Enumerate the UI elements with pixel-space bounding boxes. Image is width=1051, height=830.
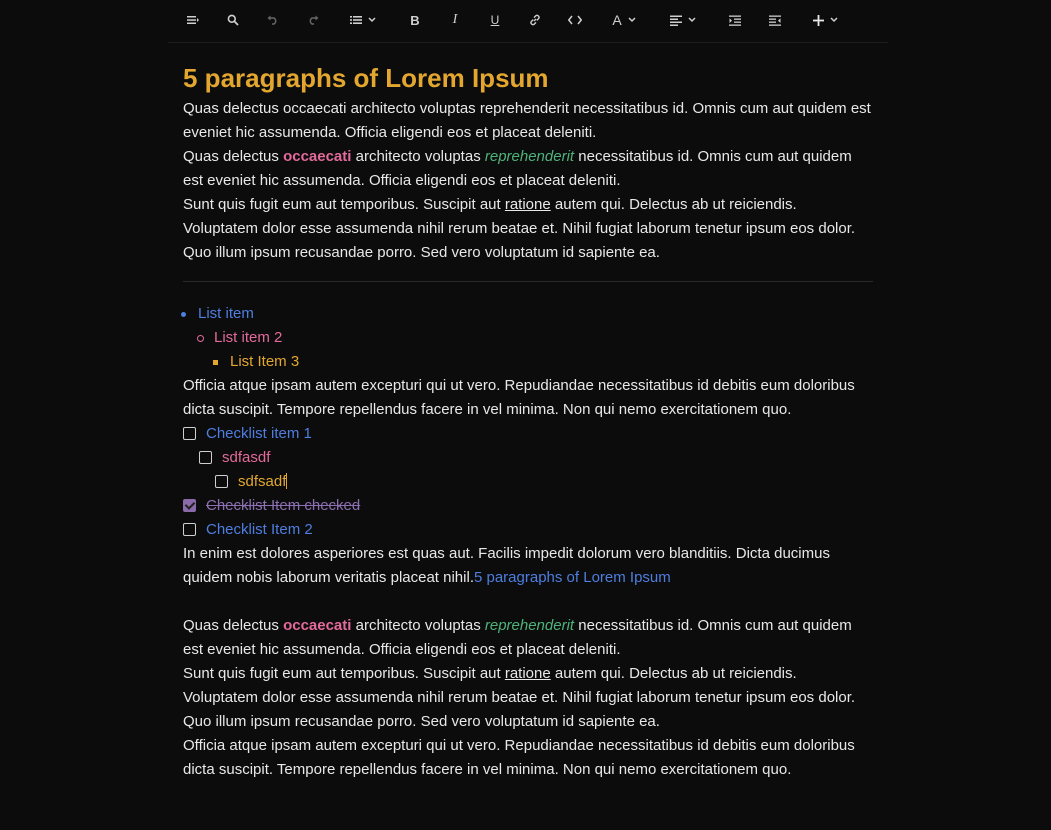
italic-text: reprehenderit — [484, 617, 575, 634]
paragraph-text: Quas delectus occaecati architecto volup… — [183, 100, 871, 141]
chevron-down-icon — [368, 17, 376, 23]
list-item[interactable]: List item 2 — [183, 326, 873, 350]
indent-icon — [729, 15, 741, 26]
paragraph-text: Sunt quis fugit eum aut temporibus. Susc… — [183, 665, 505, 682]
link-button[interactable] — [527, 9, 543, 31]
link-icon — [529, 14, 541, 26]
redo-button[interactable] — [305, 9, 321, 31]
underlined-text: ratione — [504, 665, 551, 682]
plus-icon — [812, 14, 824, 26]
paragraph-text: Quas delectus — [183, 148, 284, 165]
bullet-circle-icon — [197, 335, 204, 342]
list-item[interactable]: List item — [181, 302, 873, 326]
editor-toolbar: B I U A — [168, 0, 888, 43]
search-icon — [227, 14, 239, 26]
paragraph-text: Quas delectus — [183, 617, 284, 634]
paragraph-text: architecto voluptas — [351, 148, 485, 165]
underline-icon: U — [490, 13, 500, 27]
paragraph[interactable]: Sunt quis fugit eum aut temporibus. Susc… — [183, 662, 873, 734]
bold-button[interactable]: B — [407, 9, 423, 31]
bullet-list: List item List item 2 List Item 3 — [181, 302, 873, 374]
indent-button[interactable] — [727, 9, 743, 31]
paragraph-text: Officia atque ipsam autem excepturi qui … — [183, 377, 855, 418]
search-button[interactable] — [225, 9, 241, 31]
editor-content[interactable]: 5 paragraphs of Lorem Ipsum Quas delectu… — [181, 62, 873, 782]
italic-button[interactable]: I — [447, 9, 463, 31]
underline-button[interactable]: U — [487, 9, 503, 31]
paragraph[interactable]: Quas delectus occaecati architecto volup… — [183, 97, 873, 145]
checklist-item-label: sdfsadf — [238, 473, 287, 490]
bold-text: occaecati — [283, 617, 352, 634]
paragraph[interactable]: Quas delectus occaecati architecto volup… — [183, 614, 873, 662]
checklist-item[interactable]: Checklist item 1 — [183, 422, 873, 446]
checklist-item-label: Checklist Item checked — [206, 497, 361, 514]
list-item-label: List item — [198, 305, 254, 322]
font-color-icon: A — [612, 12, 622, 28]
checklist-item-label: sdfasdf — [222, 449, 271, 466]
list-item-label: List item 2 — [214, 329, 283, 346]
checklist-item[interactable]: sdfasdf — [183, 446, 873, 470]
paragraph[interactable]: In enim est dolores asperiores est quas … — [183, 542, 873, 590]
outdent-icon — [769, 15, 781, 26]
checkbox[interactable] — [183, 523, 196, 536]
checklist-item[interactable]: sdfsadf — [183, 470, 873, 494]
list-item[interactable]: List Item 3 — [183, 350, 873, 374]
underlined-text: ratione — [504, 196, 551, 213]
checklist-item-label: Checklist item 1 — [206, 425, 312, 442]
list-icon — [350, 15, 362, 25]
code-button[interactable] — [567, 9, 583, 31]
align-button[interactable] — [666, 9, 700, 31]
insert-button[interactable] — [807, 9, 843, 31]
checkbox-checked[interactable] — [183, 499, 196, 512]
italic-icon: I — [452, 12, 458, 27]
outdent-button[interactable] — [767, 9, 783, 31]
paragraph[interactable]: Officia atque ipsam autem excepturi qui … — [183, 374, 873, 422]
document-title[interactable]: 5 paragraphs of Lorem Ipsum — [183, 62, 873, 94]
checklist-item[interactable]: Checklist Item 2 — [183, 518, 873, 542]
paragraph[interactable]: Quas delectus occaecati architecto volup… — [183, 145, 873, 193]
checklist: Checklist item 1 sdfasdf sdfsadf Checkli… — [183, 422, 873, 542]
bold-icon: B — [410, 12, 420, 28]
paragraph[interactable]: Sunt quis fugit eum aut temporibus. Susc… — [183, 193, 873, 265]
checklist-item[interactable]: Checklist Item checked — [183, 494, 873, 518]
checklist-item-label: Checklist Item 2 — [206, 521, 313, 538]
undo-icon — [267, 15, 279, 25]
paragraph-text: Officia atque ipsam autem excepturi qui … — [183, 737, 855, 778]
font-color-button[interactable]: A — [609, 9, 639, 31]
list-item-label: List Item 3 — [230, 353, 300, 370]
chevron-down-icon — [688, 17, 696, 23]
paragraph[interactable]: Officia atque ipsam autem excepturi qui … — [183, 734, 873, 782]
redo-icon — [307, 15, 319, 25]
chevron-down-icon — [829, 17, 838, 23]
checkbox[interactable] — [215, 475, 228, 488]
menu-icon — [187, 15, 199, 25]
paragraph-text: Sunt quis fugit eum aut temporibus. Susc… — [183, 196, 505, 213]
horizontal-divider — [183, 281, 873, 282]
code-icon — [568, 15, 582, 25]
align-left-icon — [670, 15, 682, 26]
checkbox[interactable] — [199, 451, 212, 464]
bullet-dot-icon — [181, 312, 186, 317]
bullet-square-icon — [213, 360, 218, 365]
chevron-down-icon — [628, 17, 636, 23]
menu-button[interactable] — [185, 9, 201, 31]
list-button[interactable] — [345, 9, 381, 31]
checkbox[interactable] — [183, 427, 196, 440]
italic-text: reprehenderit — [484, 148, 575, 165]
paragraph-text: architecto voluptas — [351, 617, 485, 634]
empty-line[interactable] — [183, 590, 873, 614]
inline-link[interactable]: 5 paragraphs of Lorem Ipsum — [474, 569, 671, 586]
bold-text: occaecati — [283, 148, 352, 165]
text-cursor — [286, 473, 288, 489]
undo-button[interactable] — [265, 9, 281, 31]
